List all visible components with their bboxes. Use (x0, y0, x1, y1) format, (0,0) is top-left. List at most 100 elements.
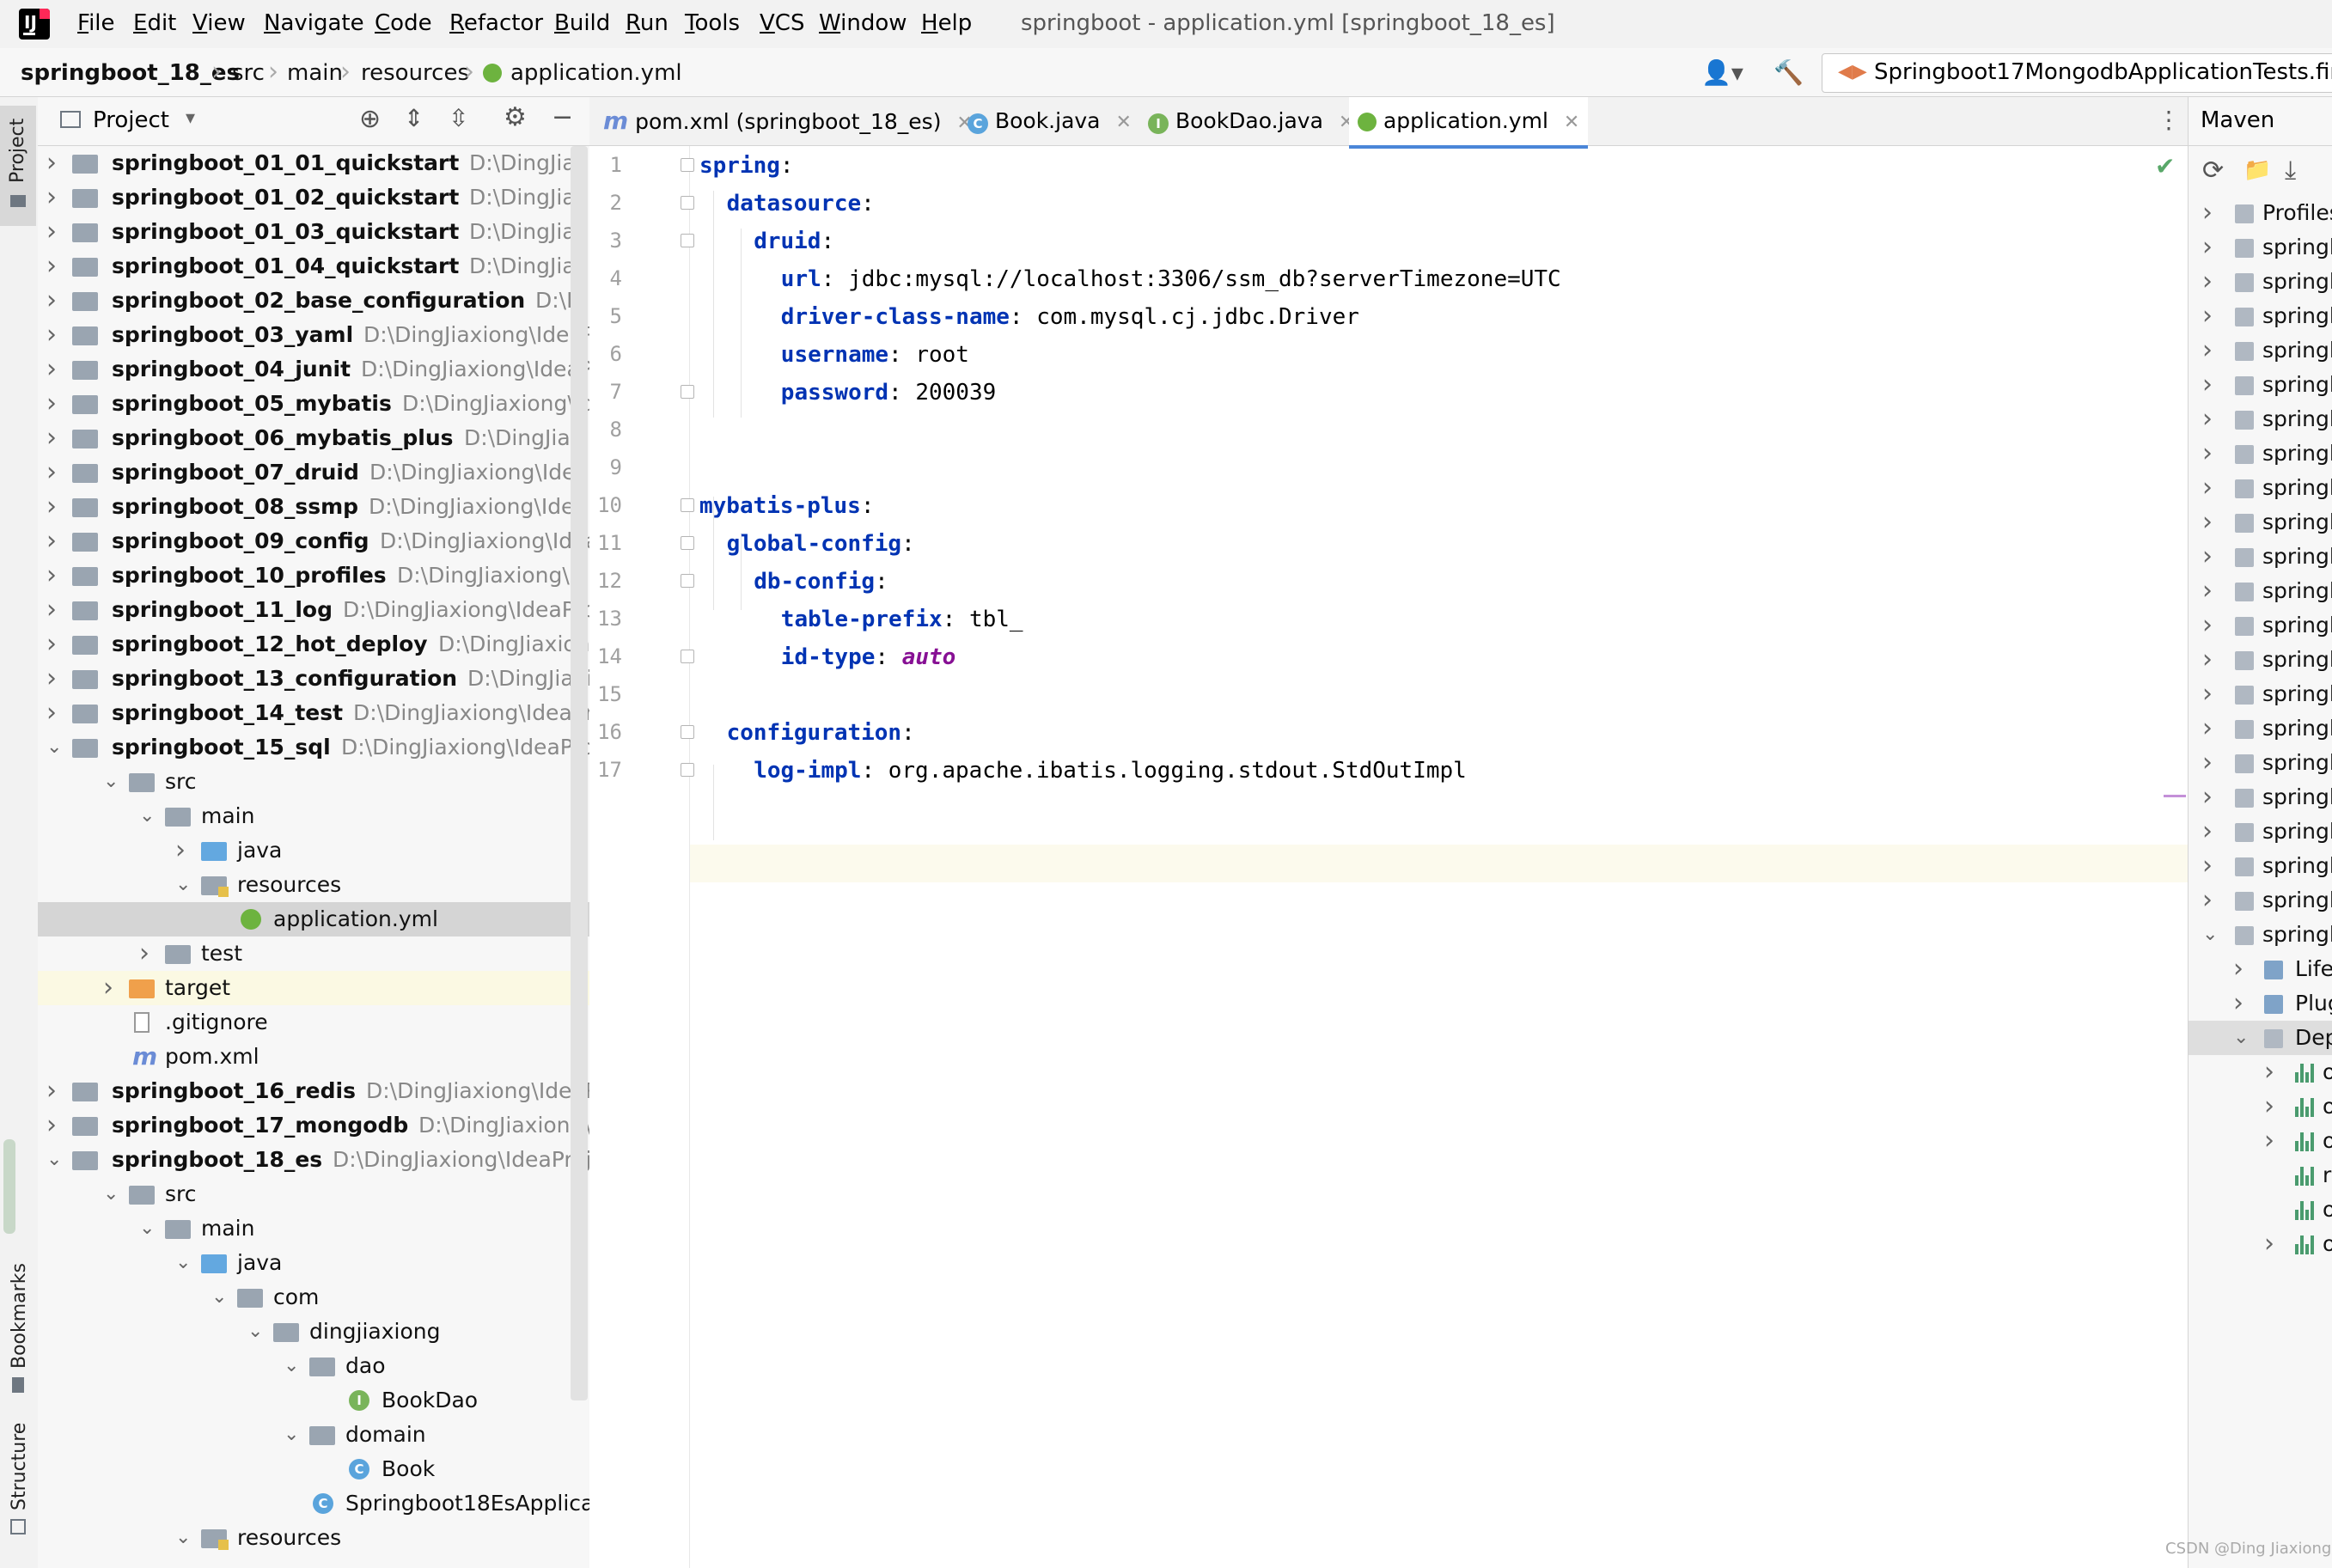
maven-tree-row[interactable]: ›o (2189, 1227, 2332, 1261)
menu-edit[interactable]: Edit (133, 10, 176, 36)
tree-row[interactable]: m pom.xml (38, 1040, 589, 1074)
tree-row[interactable]: ⌄ resources (38, 1521, 589, 1555)
menu-navigate[interactable]: Navigate (264, 10, 364, 36)
tree-row[interactable]: C Springboot18EsApplication (38, 1486, 589, 1521)
maven-tree-row[interactable]: › springb (2189, 230, 2332, 265)
chevron-right-icon[interactable]: › (46, 524, 57, 558)
tree-row[interactable]: ›springboot_06_mybatis_plusD:\DingJiaxio… (38, 421, 589, 455)
chevron-right-icon[interactable]: › (46, 180, 57, 215)
reload-icon[interactable]: ⟳ (2202, 156, 2224, 186)
chevron-right-icon[interactable]: › (2202, 711, 2213, 746)
menu-refactor[interactable]: Refactor (449, 10, 543, 36)
chevron-right-icon[interactable]: › (46, 215, 57, 249)
chevron-right-icon[interactable]: › (46, 593, 57, 627)
tree-row[interactable]: › springboot_08_ssmp D:\DingJiaxiong\IdeaP… (38, 490, 589, 524)
menu-view[interactable]: View (192, 10, 246, 36)
run-configuration-selector[interactable]: ◀▶ Springboot17MongodbApplicationTests.f… (1822, 53, 2332, 93)
breadcrumb-resources[interactable]: resources (361, 60, 469, 86)
tree-row[interactable]: ⌄ java (38, 1246, 589, 1280)
tree-scrollbar[interactable] (571, 146, 588, 1400)
tree-row[interactable]: › test (38, 937, 589, 971)
chevron-right-icon[interactable]: › (46, 318, 57, 352)
chevron-down-icon[interactable]: ⌄ (46, 1143, 62, 1177)
chevron-right-icon[interactable]: › (46, 455, 57, 490)
chevron-down-icon[interactable]: ⌄ (247, 1315, 263, 1349)
tree-row[interactable]: › springboot_07_druid D:\DingJiaxiong\Idea… (38, 455, 589, 490)
maven-tree-row[interactable]: › springb (2189, 299, 2332, 333)
chevron-right-icon[interactable]: › (2202, 677, 2213, 711)
locate-file-icon[interactable]: ⊕ (359, 104, 381, 134)
chevron-down-icon[interactable]: ⌄ (103, 765, 119, 799)
maven-tree-row[interactable]: r (2189, 1158, 2332, 1193)
tree-row[interactable]: ⌄ domain (38, 1418, 589, 1452)
chevron-right-icon[interactable]: › (2202, 540, 2213, 574)
chevron-right-icon[interactable]: › (139, 937, 150, 971)
chevron-right-icon[interactable]: › (46, 421, 57, 455)
tab-bookdao-java[interactable]: I BookDao.java ✕ (1148, 97, 1354, 145)
chevron-right-icon[interactable]: › (2233, 986, 2243, 1021)
chevron-right-icon[interactable]: › (2202, 643, 2213, 677)
breadcrumb-main[interactable]: main (287, 60, 343, 86)
tree-row[interactable]: ⌄ resources (38, 868, 589, 902)
maven-tree-row[interactable]: › springb (2189, 711, 2332, 746)
chevron-right-icon[interactable]: › (46, 490, 57, 524)
chevron-down-icon[interactable]: ⌄ (2202, 918, 2218, 952)
maven-tree-row[interactable]: › springb (2189, 265, 2332, 299)
chevron-down-icon[interactable]: ⌄ (284, 1418, 299, 1452)
tree-row[interactable]: › springboot_12_hot_deploy D:\DingJiaxiong… (38, 627, 589, 662)
menu-file[interactable]: File (77, 10, 115, 36)
maven-tree-row[interactable]: › springb (2189, 780, 2332, 815)
tree-row[interactable]: › springboot_03_yaml D:\DingJiaxiong\IdeaP… (38, 318, 589, 352)
tree-row[interactable]: ⌄ springboot_15_sql D:\DingJiaxiong\IdeaPr… (38, 730, 589, 765)
chevron-down-icon[interactable]: ⌄ (2233, 1021, 2249, 1055)
tree-row[interactable]: ›springboot_01_04_quickstartD:\DingJiaxi… (38, 249, 589, 284)
menu-build[interactable]: Build (554, 10, 610, 36)
maven-tree-row[interactable]: › springb (2189, 608, 2332, 643)
maven-tree-row[interactable]: › springb (2189, 368, 2332, 402)
hide-panel-icon[interactable]: − (552, 102, 573, 132)
chevron-right-icon[interactable]: › (2202, 746, 2213, 780)
tree-row[interactable]: .gitignore (38, 1005, 589, 1040)
chevron-down-icon[interactable]: ⌄ (175, 1521, 191, 1555)
chevron-right-icon[interactable]: › (2202, 368, 2213, 402)
chevron-down-icon[interactable]: ⌄ (103, 1177, 119, 1211)
maven-tree-row[interactable]: › springb (2189, 574, 2332, 608)
chevron-right-icon[interactable]: › (46, 146, 57, 180)
view-mode-dropdown-icon[interactable]: ▾ (186, 107, 195, 129)
chevron-right-icon[interactable]: › (46, 627, 57, 662)
chevron-down-icon[interactable]: ⌄ (211, 1280, 227, 1315)
code-text-area[interactable]: spring: datasource: druid: url: jdbc:mysql:… (589, 146, 2188, 1568)
tree-row[interactable]: › java (38, 833, 589, 868)
tree-row[interactable]: ⌄ dao (38, 1349, 589, 1383)
chevron-down-icon[interactable]: ⌄ (284, 1349, 299, 1383)
maven-tree-row[interactable]: ⌄ Dep (2189, 1021, 2332, 1055)
structure-tool-label[interactable]: Structure (9, 1423, 30, 1510)
chevron-right-icon[interactable]: › (2202, 815, 2213, 849)
chevron-down-icon[interactable]: ⌄ (139, 1211, 155, 1246)
tree-row[interactable]: ⌄ src (38, 1177, 589, 1211)
chevron-right-icon[interactable]: › (46, 696, 57, 730)
error-stripe-marker[interactable] (2164, 795, 2186, 797)
chevron-down-icon[interactable]: ⌄ (46, 730, 62, 765)
tree-row[interactable]: ›springboot_13_configurationD:\DingJiaxi… (38, 662, 589, 696)
close-tab-icon[interactable]: ✕ (1115, 112, 1131, 133)
tree-row[interactable]: ⌄ main (38, 1211, 589, 1246)
chevron-right-icon[interactable]: › (2202, 505, 2213, 540)
chevron-right-icon[interactable]: › (2202, 883, 2213, 918)
chevron-right-icon[interactable]: › (2233, 952, 2243, 986)
tree-row[interactable]: › springboot_17_mongodb D:\DingJiaxiong\Id… (38, 1108, 589, 1143)
settings-gear-icon[interactable]: ⚙ (504, 102, 527, 132)
maven-tree-row[interactable]: › springb (2189, 540, 2332, 574)
menu-vcs[interactable]: VCS (760, 10, 804, 36)
tree-row[interactable]: ⌄ dingjiaxiong (38, 1315, 589, 1349)
tab-pom-xml[interactable]: m pom.xml (springboot_18_es) ✕ (603, 97, 973, 145)
maven-tree-row[interactable]: o (2189, 1193, 2332, 1227)
maven-tree-row[interactable]: › springb (2189, 505, 2332, 540)
chevron-right-icon[interactable]: › (2264, 1227, 2274, 1261)
chevron-right-icon[interactable]: › (175, 833, 186, 868)
maven-tree-row[interactable]: › springb (2189, 643, 2332, 677)
tree-row[interactable]: ⌄ springboot_18_es D:\DingJiaxiong\IdeaPro… (38, 1143, 589, 1177)
tree-row[interactable]: › springboot_04_junit D:\DingJiaxiong\Idea… (38, 352, 589, 387)
maven-tree-row[interactable]: ›o (2189, 1124, 2332, 1158)
expand-all-icon[interactable]: ⇕ (404, 104, 424, 132)
